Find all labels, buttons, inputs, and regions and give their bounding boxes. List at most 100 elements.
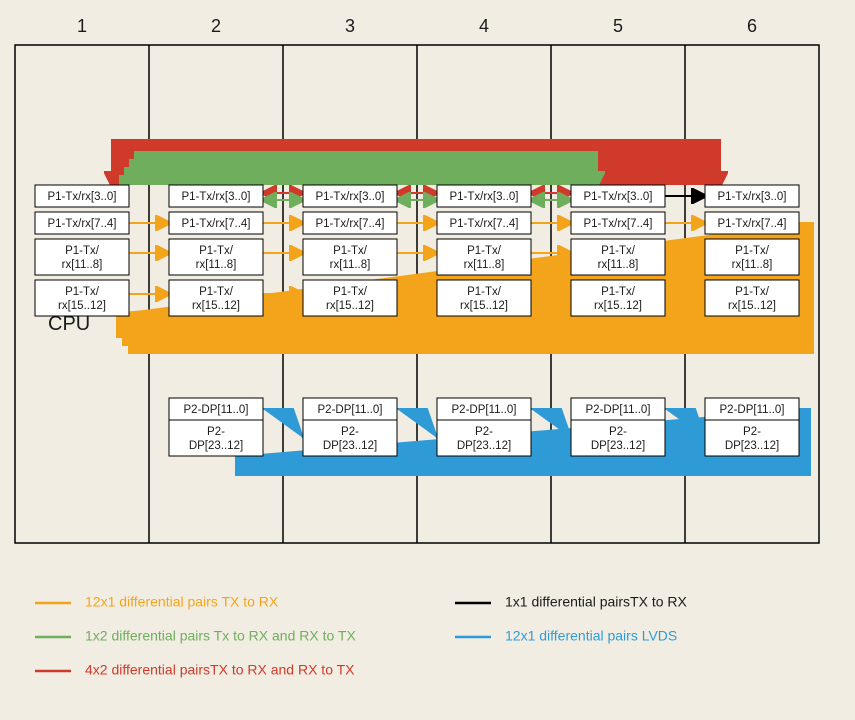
port-c2-r2: P1-Tx/rx[7..4]	[169, 212, 263, 234]
port-c3-p2a-label: P2-DP[11..0]	[318, 404, 383, 416]
port-c6-p2b-label-1: P2-	[743, 426, 761, 438]
port-c5-r2-label: P1-Tx/rx[7..4]	[583, 218, 652, 230]
port-c4-r4: P1-Tx/rx[15..12]	[437, 280, 531, 316]
port-c2-r1: P1-Tx/rx[3..0]	[169, 185, 263, 207]
port-c2-r3: P1-Tx/rx[11..8]	[169, 239, 263, 275]
topology-diagram: 1 2 3 4 5 6 CPU	[0, 0, 855, 720]
legend-item-3: 1x1 differential pairsTX to RX	[455, 594, 687, 610]
port-c3-r4-label-1: P1-Tx/	[333, 286, 368, 298]
port-c4-r3: P1-Tx/rx[11..8]	[437, 239, 531, 275]
port-c4-p2b-label-1: P2-	[475, 426, 493, 438]
port-c3-r3: P1-Tx/rx[11..8]	[303, 239, 397, 275]
port-c4-p2b-label-2: DP[23..12]	[457, 440, 511, 452]
port-c4-r3-label-1: P1-Tx/	[467, 245, 502, 257]
port-c1-r3-label-2: rx[11..8]	[62, 259, 103, 271]
col-label-1: 1	[77, 16, 87, 36]
port-c2-r4: P1-Tx/rx[15..12]	[169, 280, 263, 316]
port-c6-r1: P1-Tx/rx[3..0]	[705, 185, 799, 207]
port-c1-r3: P1-Tx/rx[11..8]	[35, 239, 129, 275]
port-c4-r4-label-1: P1-Tx/	[467, 286, 502, 298]
port-c1-r1-label: P1-Tx/rx[3..0]	[47, 191, 116, 203]
port-c6-p2b: P2- DP[23..12]	[705, 420, 799, 456]
port-c3-r1: P1-Tx/rx[3..0]	[303, 185, 397, 207]
port-c6-r2: P1-Tx/rx[7..4]	[705, 212, 799, 234]
port-c2-r3-label-1: P1-Tx/	[199, 245, 234, 257]
port-c5-p2a: P2-DP[11..0]	[571, 398, 665, 420]
col-label-4: 4	[479, 16, 489, 36]
port-c4-r2: P1-Tx/rx[7..4]	[437, 212, 531, 234]
port-c6-r3: P1-Tx/rx[11..8]	[705, 239, 799, 275]
port-c6-p2a-label: P2-DP[11..0]	[720, 404, 785, 416]
port-c3-p2b-label-2: DP[23..12]	[323, 440, 377, 452]
port-c4-r1: P1-Tx/rx[3..0]	[437, 185, 531, 207]
port-c3-r4: P1-Tx/rx[15..12]	[303, 280, 397, 316]
col-label-2: 2	[211, 16, 221, 36]
legend-item-1: 1x2 differential pairs Tx to RX and RX t…	[35, 628, 356, 644]
port-c1-r1: P1-Tx/rx[3..0]	[35, 185, 129, 207]
port-c6-r3-label-2: rx[11..8]	[732, 259, 773, 271]
port-c4-p2b: P2- DP[23..12]	[437, 420, 531, 456]
port-c6-p2b-label-2: DP[23..12]	[725, 440, 779, 452]
port-c3-r2-label: P1-Tx/rx[7..4]	[315, 218, 384, 230]
legend-label-0: 12x1 differential pairs TX to RX	[85, 594, 279, 610]
port-c5-r3-label-2: rx[11..8]	[598, 259, 639, 271]
port-c5-r2: P1-Tx/rx[7..4]	[571, 212, 665, 234]
port-c4-p2a: P2-DP[11..0]	[437, 398, 531, 420]
col-label-5: 5	[613, 16, 623, 36]
legend-label-2: 4x2 differential pairsTX to RX and RX to…	[85, 662, 355, 678]
port-c2-p2b-label-2: DP[23..12]	[189, 440, 243, 452]
port-c2-p2b-label-1: P2-	[207, 426, 225, 438]
port-c2-r4-label-2: rx[15..12]	[192, 300, 240, 312]
port-c5-p2a-label: P2-DP[11..0]	[586, 404, 651, 416]
port-c5-r3: P1-Tx/rx[11..8]	[571, 239, 665, 275]
column-headers: 1 2 3 4 5 6	[77, 16, 757, 36]
port-c2-p2a: P2-DP[11..0]	[169, 398, 263, 420]
port-c4-r1-label: P1-Tx/rx[3..0]	[449, 191, 518, 203]
port-c1-r4-label-1: P1-Tx/	[65, 286, 100, 298]
legend-item-4: 12x1 differential pairs LVDS	[455, 628, 677, 644]
port-c1-r2: P1-Tx/rx[7..4]	[35, 212, 129, 234]
col-label-6: 6	[747, 16, 757, 36]
port-c3-r1-label: P1-Tx/rx[3..0]	[315, 191, 384, 203]
legend-label-3: 1x1 differential pairsTX to RX	[505, 594, 687, 610]
port-c6-r1-label: P1-Tx/rx[3..0]	[717, 191, 786, 203]
port-c5-r4-label-2: rx[15..12]	[594, 300, 642, 312]
port-c5-r4: P1-Tx/rx[15..12]	[571, 280, 665, 316]
port-c5-p2b: P2- DP[23..12]	[571, 420, 665, 456]
port-c1-r3-label-1: P1-Tx/	[65, 245, 100, 257]
port-c3-r3-label-1: P1-Tx/	[333, 245, 368, 257]
port-c1-r4-label-2: rx[15..12]	[58, 300, 106, 312]
port-c6-p2a: P2-DP[11..0]	[705, 398, 799, 420]
port-c1-r4: P1-Tx/rx[15..12]	[35, 280, 129, 316]
legend-label-4: 12x1 differential pairs LVDS	[505, 628, 677, 644]
port-c5-r1-label: P1-Tx/rx[3..0]	[583, 191, 652, 203]
port-c1-r2-label: P1-Tx/rx[7..4]	[47, 218, 116, 230]
port-c6-r3-label-1: P1-Tx/	[735, 245, 770, 257]
port-c5-p2b-label-2: DP[23..12]	[591, 440, 645, 452]
port-c3-r4-label-2: rx[15..12]	[326, 300, 374, 312]
port-c2-p2b: P2- DP[23..12]	[169, 420, 263, 456]
port-c5-p2b-label-1: P2-	[609, 426, 627, 438]
port-c3-p2b: P2- DP[23..12]	[303, 420, 397, 456]
port-c6-r4: P1-Tx/rx[15..12]	[705, 280, 799, 316]
port-c2-r2-label: P1-Tx/rx[7..4]	[181, 218, 250, 230]
legend: 12x1 differential pairs TX to RX 1x2 diff…	[35, 594, 687, 678]
port-c5-r4-label-1: P1-Tx/	[601, 286, 636, 298]
port-c4-p2a-label: P2-DP[11..0]	[452, 404, 517, 416]
port-c4-r4-label-2: rx[15..12]	[460, 300, 508, 312]
port-c6-r4-label-2: rx[15..12]	[728, 300, 776, 312]
port-c2-r4-label-1: P1-Tx/	[199, 286, 234, 298]
port-c4-r3-label-2: rx[11..8]	[464, 259, 505, 271]
port-c3-p2b-label-1: P2-	[341, 426, 359, 438]
port-c2-r3-label-2: rx[11..8]	[196, 259, 237, 271]
legend-item-0: 12x1 differential pairs TX to RX	[35, 594, 279, 610]
port-c3-r2: P1-Tx/rx[7..4]	[303, 212, 397, 234]
legend-label-1: 1x2 differential pairs Tx to RX and RX t…	[85, 628, 356, 644]
port-c6-r4-label-1: P1-Tx/	[735, 286, 770, 298]
port-c3-p2a: P2-DP[11..0]	[303, 398, 397, 420]
port-c5-r1: P1-Tx/rx[3..0]	[571, 185, 665, 207]
col-label-3: 3	[345, 16, 355, 36]
port-c4-r2-label: P1-Tx/rx[7..4]	[449, 218, 518, 230]
port-c2-p2a-label: P2-DP[11..0]	[184, 404, 249, 416]
legend-item-2: 4x2 differential pairsTX to RX and RX to…	[35, 662, 355, 678]
